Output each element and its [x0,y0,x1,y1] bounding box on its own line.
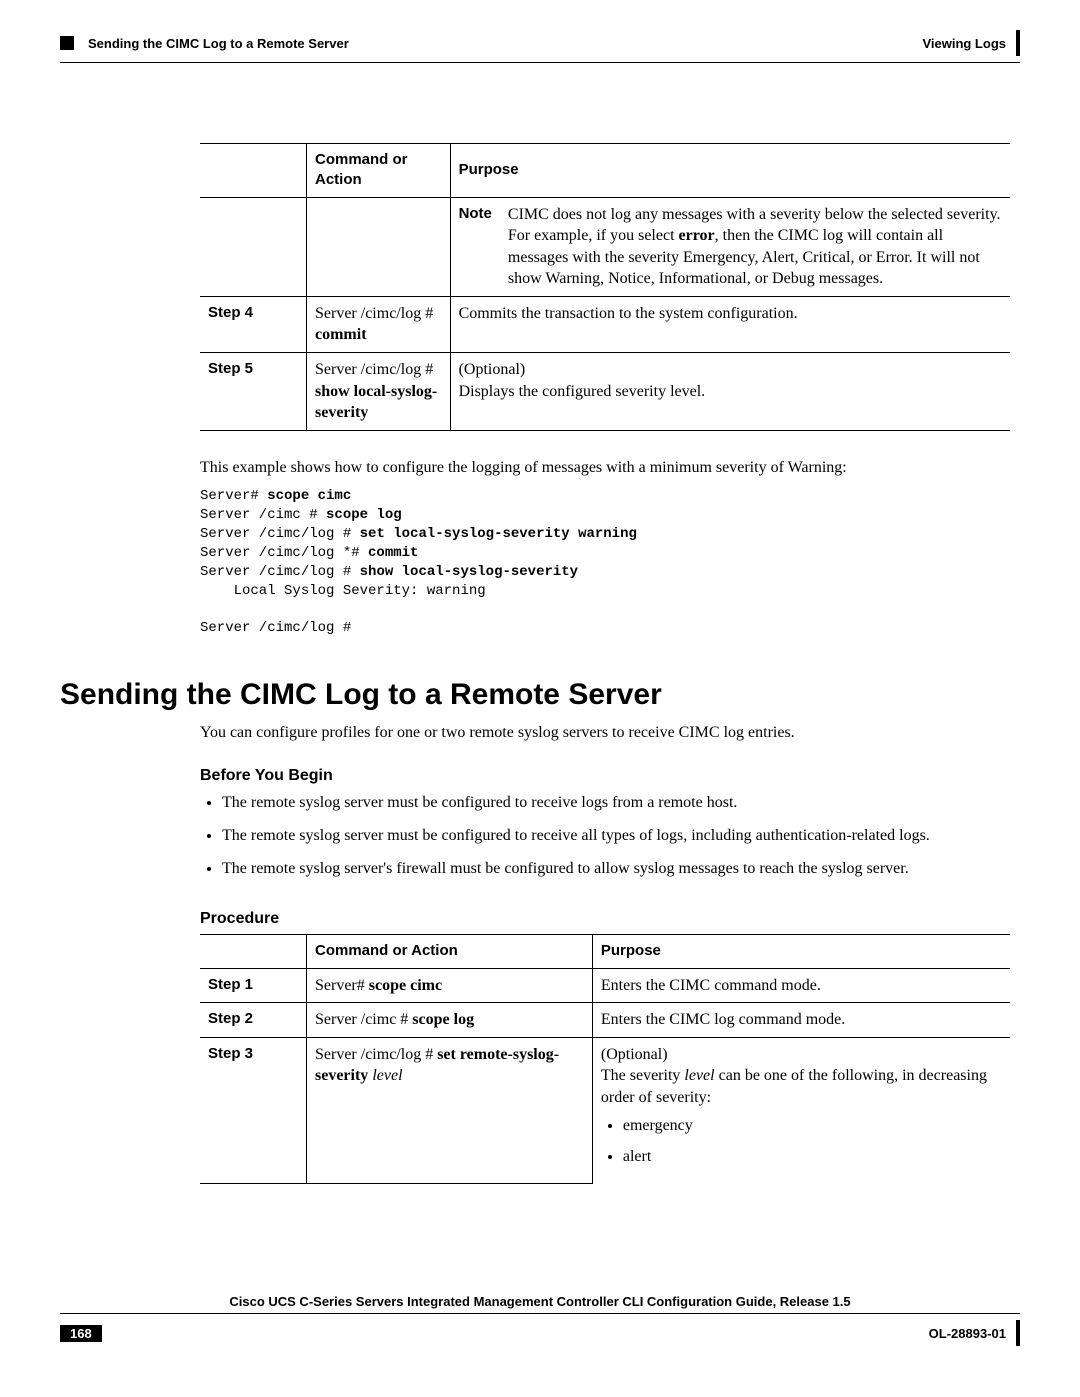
purpose-cell: Commits the transaction to the system co… [450,296,1010,352]
command-cell: Server /cimc # scope log [307,1003,593,1038]
header-bar-icon [1016,30,1020,56]
book-title: Cisco UCS C-Series Servers Integrated Ma… [60,1294,1020,1314]
table-row: Step 4 Server /cimc/log # commit Commits… [200,296,1010,352]
example-intro: This example shows how to configure the … [200,457,1010,479]
purpose-cell: Enters the CIMC log command mode. [592,1003,1010,1038]
col-step-header [200,144,307,198]
purpose-cell: (Optional) Displays the configured sever… [450,353,1010,431]
note-text: CIMC does not log any messages with a se… [508,204,1002,290]
procedure-table-continued: Command or Action Purpose Note CIMC does… [200,143,1010,431]
cli-example: Server# scope cimc Server /cimc # scope … [200,487,1010,638]
step-label: Step 2 [200,1003,307,1038]
col-purpose-header: Purpose [592,935,1010,968]
running-section-title: Sending the CIMC Log to a Remote Server [88,36,349,51]
procedure-heading: Procedure [200,910,1010,928]
chapter-title: Viewing Logs [922,36,1006,51]
list-item: The remote syslog server must be configu… [222,791,1010,814]
list-item: The remote syslog server's firewall must… [222,857,1010,880]
command-cell: Server /cimc/log # set remote-syslog-sev… [307,1037,593,1183]
col-command-header: Command or Action [307,144,451,198]
list-item: alert [623,1146,1002,1168]
col-command-header: Command or Action [307,935,593,968]
command-cell: Server# scope cimc [307,968,593,1003]
purpose-cell: (Optional) The severity level can be one… [592,1037,1010,1183]
procedure-table: Command or Action Purpose Step 1 Server#… [200,934,1010,1184]
note-label: Note [459,204,492,290]
step-label: Step 1 [200,968,307,1003]
table-row: Step 5 Server /cimc/log # show local-sys… [200,353,1010,431]
table-row-note: Note CIMC does not log any messages with… [200,197,1010,296]
table-row: Step 3 Server /cimc/log # set remote-sys… [200,1037,1010,1183]
list-item: emergency [623,1115,1002,1137]
table-row: Step 1 Server# scope cimc Enters the CIM… [200,968,1010,1003]
severity-sublist: emergency alert [601,1115,1002,1168]
section-heading: Sending the CIMC Log to a Remote Server [60,678,1020,712]
command-cell: Server /cimc/log # show local-syslog-sev… [307,353,451,431]
step-label: Step 4 [200,296,307,352]
section-intro: You can configure profiles for one or tw… [200,722,1010,744]
before-you-begin-heading: Before You Begin [200,767,1010,785]
step-label: Step 3 [200,1037,307,1183]
doc-id: OL-28893-01 [929,1326,1006,1341]
command-cell: Server /cimc/log # commit [307,296,451,352]
before-you-begin-list: The remote syslog server must be configu… [200,791,1010,881]
col-purpose-header: Purpose [450,144,1010,198]
col-step-header [200,935,307,968]
step-label: Step 5 [200,353,307,431]
purpose-cell: Enters the CIMC command mode. [592,968,1010,1003]
list-item: The remote syslog server must be configu… [222,824,1010,847]
footer-bar-icon [1016,1320,1020,1346]
table-row: Step 2 Server /cimc # scope log Enters t… [200,1003,1010,1038]
header-rule [60,62,1020,63]
running-header: Sending the CIMC Log to a Remote Server … [60,30,1020,56]
page-number: 168 [60,1325,102,1342]
page-footer: Cisco UCS C-Series Servers Integrated Ma… [60,1294,1020,1346]
header-marker-icon [60,36,74,50]
